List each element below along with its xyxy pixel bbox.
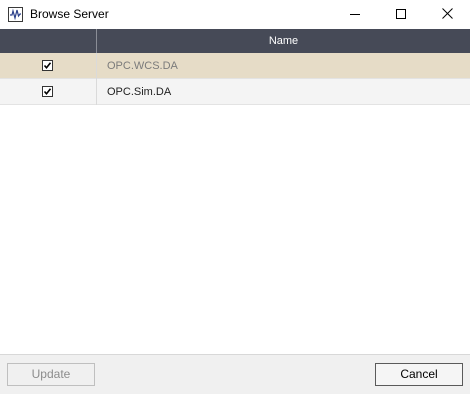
grid-header: Name <box>0 29 470 53</box>
dialog-footer: Update Cancel <box>0 354 470 394</box>
minimize-icon <box>350 6 360 24</box>
server-name: OPC.Sim.DA <box>107 86 172 98</box>
server-grid: Name OPC.WCS.DA OPC.Sim.DA <box>0 29 470 354</box>
close-button[interactable] <box>424 0 470 29</box>
minimize-button[interactable] <box>332 0 378 29</box>
window-title: Browse Server <box>30 7 109 21</box>
table-row[interactable]: OPC.WCS.DA <box>0 53 470 79</box>
browse-server-dialog: Browse Server Name OPC.WCS.DA OPC.Sim.DA… <box>0 0 470 394</box>
table-row[interactable]: OPC.Sim.DA <box>0 79 470 105</box>
check-cell <box>0 53 97 79</box>
row-checkbox[interactable] <box>42 60 53 71</box>
maximize-icon <box>396 6 406 24</box>
row-checkbox[interactable] <box>42 86 53 97</box>
server-name: OPC.WCS.DA <box>107 60 178 72</box>
title-bar[interactable]: Browse Server <box>0 0 470 29</box>
waveform-icon <box>8 7 23 22</box>
cancel-button[interactable]: Cancel <box>375 363 463 386</box>
checkmark-icon <box>43 62 52 70</box>
column-header-name[interactable]: Name <box>97 29 470 53</box>
check-cell <box>0 79 97 105</box>
maximize-button[interactable] <box>378 0 424 29</box>
column-header-check[interactable] <box>0 29 97 53</box>
close-icon <box>441 6 453 24</box>
update-button[interactable]: Update <box>7 363 95 386</box>
checkmark-icon <box>43 88 52 96</box>
